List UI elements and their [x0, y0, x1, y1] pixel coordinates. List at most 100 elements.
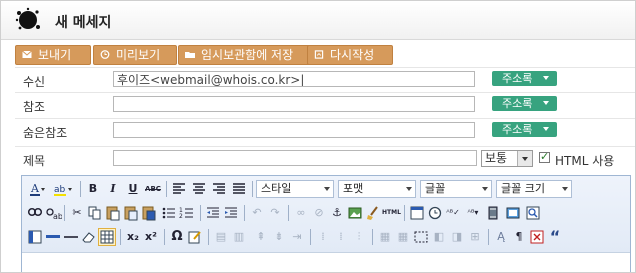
edit-icon[interactable] [186, 228, 204, 246]
table-row-icon[interactable]: ▤ [212, 228, 230, 246]
style-props-icon[interactable]: Ą [492, 228, 510, 246]
indent-icon[interactable] [222, 204, 240, 222]
copy-icon[interactable] [86, 204, 104, 222]
subject-input[interactable] [113, 150, 477, 166]
paste-icon[interactable] [104, 204, 122, 222]
toolbar-separator [164, 229, 165, 245]
subject-label: 제목 [23, 154, 46, 168]
underline-icon[interactable]: U [124, 180, 142, 198]
date-icon[interactable] [408, 204, 426, 222]
line-icon[interactable] [62, 228, 80, 246]
to-input[interactable]: 후이즈<webmail@whois.co.kr>| [113, 71, 475, 87]
rewrite-button[interactable]: 다시작성 [307, 45, 393, 65]
layer-down-icon[interactable]: ◨ [448, 228, 466, 246]
ink-splash-icon [15, 7, 40, 30]
justify-icon[interactable] [230, 180, 248, 198]
find-icon[interactable] [26, 204, 44, 222]
subscript-icon[interactable]: x₂ [124, 228, 142, 246]
abc-icon[interactable]: ᴬᴮ▾ [464, 204, 482, 222]
superscript-icon[interactable]: x² [142, 228, 160, 246]
align-left-icon[interactable] [170, 180, 188, 198]
spellcheck-icon[interactable]: ᴬᴮ✓ [444, 204, 462, 222]
insert-col-before-icon[interactable]: ⁞ [314, 228, 332, 246]
hr-icon[interactable] [44, 228, 62, 246]
html-icon[interactable]: HTML [382, 204, 401, 222]
time-icon[interactable] [426, 204, 444, 222]
cleanup-icon[interactable] [364, 204, 382, 222]
highlight-icon[interactable]: ab [52, 180, 76, 198]
to-label: 수신 [23, 75, 46, 89]
table-icon[interactable] [98, 228, 116, 246]
layer-icon[interactable] [26, 228, 44, 246]
priority-value: 보통 [485, 151, 508, 165]
delete-col-icon[interactable]: ⫶ [350, 228, 368, 246]
align-center-icon[interactable] [190, 180, 208, 198]
rich-text-editor: A ab B I U ABC 스타일 포맷 글꼴 글꼴 크기 ab ✂ 1 2 … [21, 175, 631, 272]
unlink-icon[interactable]: ⊘ [310, 204, 328, 222]
insert-row-after-icon[interactable]: ⇟ [270, 228, 288, 246]
addressbook-label: 주소록 [502, 97, 533, 110]
strikethrough-icon[interactable]: ABC [144, 180, 162, 198]
paste-text-icon[interactable] [122, 204, 140, 222]
bold-icon[interactable]: B [84, 180, 102, 198]
priority-select[interactable]: 보통 [481, 150, 533, 167]
chevron-down-icon [482, 187, 488, 191]
font-dropdown[interactable]: 글꼴 [420, 180, 492, 198]
italic-icon[interactable]: I [104, 180, 122, 198]
preview-button[interactable]: 미리보기 [93, 45, 177, 65]
text-color-icon[interactable]: A [26, 180, 48, 198]
svg-text:ab: ab [54, 185, 66, 195]
document-icon [314, 50, 324, 59]
save-draft-button[interactable]: 임시보관함에 저장 [178, 45, 320, 65]
clock-icon [100, 50, 110, 59]
link-icon[interactable]: ∞ [292, 204, 310, 222]
outdent-icon[interactable] [204, 204, 222, 222]
anchor-icon[interactable]: ⚓ [328, 204, 346, 222]
split-cells-icon[interactable]: ▦ [376, 228, 394, 246]
toolbar-separator [166, 181, 167, 197]
layer-up-icon[interactable]: ◧ [430, 228, 448, 246]
rewrite-button-label: 다시작성 [330, 48, 375, 62]
blockquote-icon[interactable]: “ [546, 228, 564, 246]
style-dropdown-label: 스타일 [261, 182, 292, 195]
omega-icon[interactable]: Ω [168, 228, 186, 246]
send-button[interactable]: 보내기 [15, 45, 91, 65]
bcc-addressbook-button[interactable]: 주소록 [492, 122, 557, 137]
to-addressbook-button[interactable]: 주소록 [492, 71, 557, 86]
replace-icon[interactable]: ab [44, 204, 63, 222]
svg-text:A: A [30, 182, 40, 195]
visual-aid-icon[interactable] [412, 228, 430, 246]
number-list-icon[interactable]: 12 [178, 204, 196, 222]
cut-icon[interactable]: ✂ [68, 204, 86, 222]
font-size-dropdown[interactable]: 글꼴 크기 [496, 180, 572, 198]
format-dropdown[interactable]: 포맷 [338, 180, 416, 198]
zoom-icon[interactable] [524, 204, 542, 222]
cc-input[interactable] [113, 96, 475, 112]
pilcrow-icon[interactable]: ¶ [510, 228, 528, 246]
undo-icon[interactable]: ↶ [248, 204, 266, 222]
html-checkbox[interactable] [539, 150, 550, 163]
merge-cells-icon[interactable]: ▦ [394, 228, 412, 246]
cc-addressbook-button[interactable]: 주소록 [492, 96, 557, 111]
delete-row-icon[interactable]: ⇥ [288, 228, 306, 246]
table-col-icon[interactable]: ▥ [230, 228, 248, 246]
font-dropdown-label: 글꼴 [425, 182, 446, 195]
media-icon[interactable] [484, 204, 502, 222]
toolbar-separator [200, 205, 201, 221]
layer-abs-icon[interactable]: ⊞ [466, 228, 484, 246]
insert-row-before-icon[interactable]: ⇞ [252, 228, 270, 246]
fullscreen-icon[interactable] [504, 204, 522, 222]
redo-icon[interactable]: ↷ [266, 204, 284, 222]
paste-word-icon[interactable] [140, 204, 158, 222]
bullet-list-icon[interactable] [160, 204, 178, 222]
insert-col-after-icon[interactable]: ⁞ [332, 228, 350, 246]
toolbar-separator [404, 205, 405, 221]
style-dropdown[interactable]: 스타일 [256, 180, 334, 198]
bcc-input[interactable] [113, 122, 475, 138]
editor-content-area[interactable] [22, 252, 630, 272]
image-icon[interactable] [346, 204, 364, 222]
toolbar-separator [252, 181, 253, 197]
eraser-icon[interactable] [80, 228, 98, 246]
align-right-icon[interactable] [210, 180, 228, 198]
document-red-icon[interactable] [528, 228, 546, 246]
